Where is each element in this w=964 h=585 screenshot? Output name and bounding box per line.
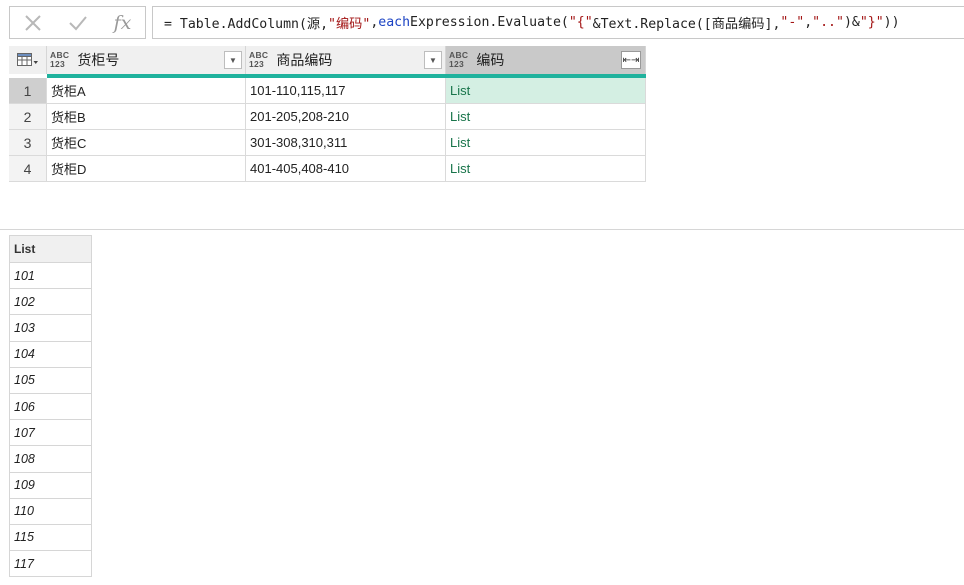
list-item: 109 [10, 473, 91, 499]
filter-dropdown-button[interactable]: ▼ [224, 51, 242, 69]
list-item: 107 [10, 420, 91, 447]
column-header-product-code[interactable]: ABC 123 商品编码 ▼ [246, 46, 446, 74]
list-item: 108 [10, 446, 91, 473]
formula-token: "}" [859, 15, 884, 30]
any-type-icon[interactable]: ABC 123 [249, 51, 268, 69]
formula-bar-controls: fx [9, 6, 146, 39]
row-number[interactable]: 3 [9, 130, 47, 156]
list-preview-header: List [10, 236, 91, 263]
formula-token: each [378, 15, 411, 30]
column-label: 货柜号 [77, 52, 120, 68]
row-number[interactable]: 1 [9, 78, 47, 104]
formula-input[interactable]: = Table.AddColumn(源, "编码", each Expressi… [152, 6, 964, 39]
list-item: 106 [10, 394, 91, 421]
row-number[interactable]: 4 [9, 156, 47, 182]
list-preview-pane: List 101 102 103 104 105 106 107 108 109 110 115 11… [9, 235, 92, 578]
list-item: 102 [10, 289, 91, 316]
formula-token: )& [843, 15, 860, 30]
pane-divider[interactable] [0, 229, 964, 230]
formula-token: &Text.Replace([商品编码], [592, 17, 781, 32]
fx-icon[interactable]: fx [100, 7, 145, 38]
column-header-cabinet[interactable]: ABC 123 货柜号 ▼ [47, 46, 246, 74]
formula-token: "-" [780, 15, 805, 30]
formula-token: "{" [568, 15, 593, 30]
table-cell[interactable]: 货柜A [47, 78, 246, 104]
table-cell[interactable]: 401-405,408-410 [246, 156, 446, 182]
close-icon[interactable] [10, 7, 55, 38]
list-item: 104 [10, 342, 91, 368]
list-item: 105 [10, 368, 91, 394]
table-icon [16, 53, 38, 66]
column-label: 商品编码 [276, 52, 333, 68]
table-cell[interactable]: 货柜D [47, 156, 246, 182]
column-header-code[interactable]: ABC 123 编码 ⇤⇥ [446, 46, 646, 74]
list-link-cell[interactable]: List [446, 78, 646, 104]
formula-token: "编码" [328, 17, 371, 32]
list-link-cell[interactable]: List [446, 130, 646, 156]
list-link-cell[interactable]: List [446, 104, 646, 130]
table-cell[interactable]: 货柜C [47, 130, 246, 156]
column-label: 编码 [476, 52, 505, 68]
table-cell[interactable]: 301-308,310,311 [246, 130, 446, 156]
list-item: 115 [10, 525, 91, 552]
list-item: 117 [10, 551, 91, 578]
list-link-cell[interactable]: List [446, 156, 646, 182]
formula-token: ".." [812, 15, 844, 30]
check-icon[interactable] [55, 7, 100, 38]
row-number[interactable]: 2 [9, 104, 47, 130]
any-type-icon[interactable]: ABC 123 [50, 51, 69, 69]
list-item: 101 [10, 263, 91, 290]
formula-token: , [804, 15, 813, 30]
formula-token: = Table.AddColumn(源, [164, 17, 329, 32]
table-cell[interactable]: 101-110,115,117 [246, 78, 446, 104]
list-item: 103 [10, 315, 91, 342]
table-cell[interactable]: 货柜B [47, 104, 246, 130]
formula-token: )) [883, 15, 900, 30]
formula-token: Expression.Evaluate( [410, 15, 569, 30]
table-menu-button[interactable] [9, 46, 47, 74]
formula-token: , [370, 15, 379, 30]
table-cell[interactable]: 201-205,208-210 [246, 104, 446, 130]
list-item: 110 [10, 499, 91, 525]
expand-column-icon[interactable]: ⇤⇥ [621, 51, 641, 69]
any-type-icon[interactable]: ABC 123 [449, 51, 468, 69]
filter-dropdown-button[interactable]: ▼ [424, 51, 442, 69]
